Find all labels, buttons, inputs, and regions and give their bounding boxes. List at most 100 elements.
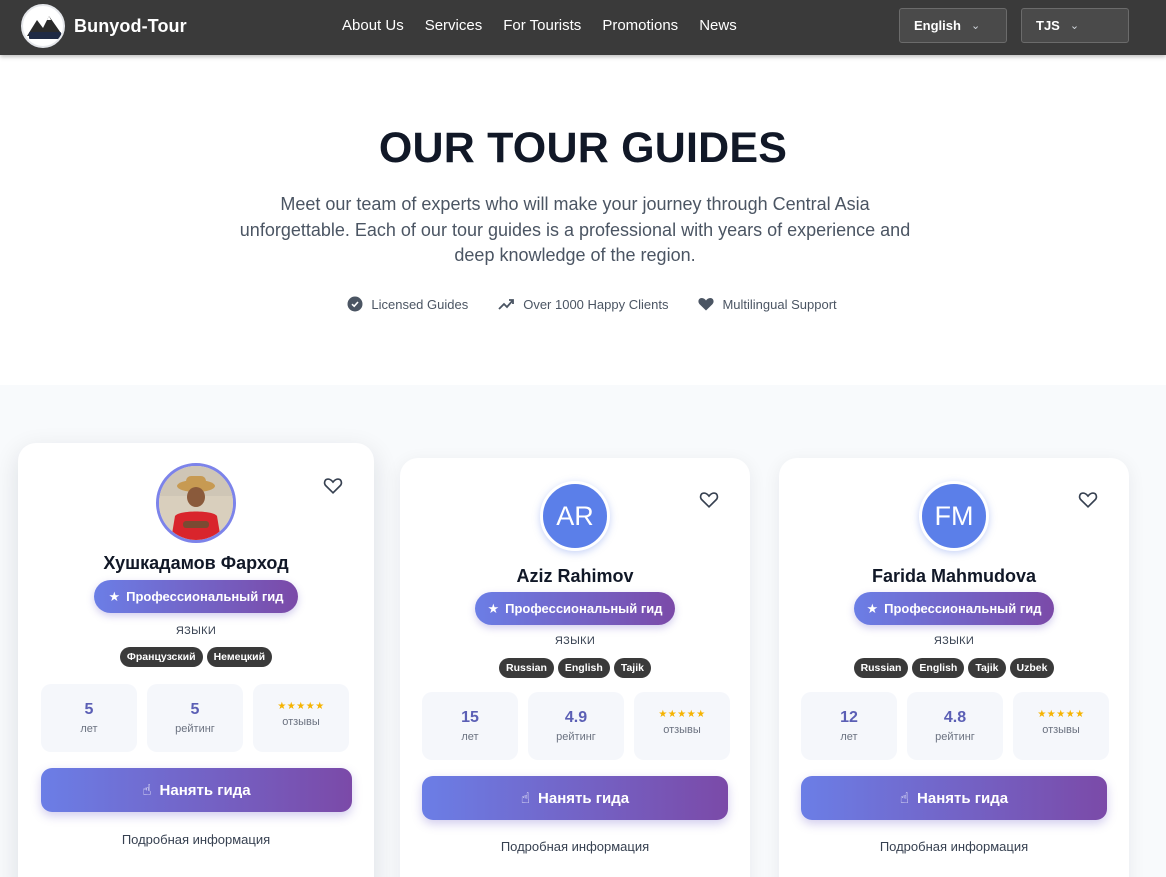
rating-stars-icon: ★★★★★ — [1037, 708, 1085, 720]
guide-name: Aziz Rahimov — [516, 566, 634, 586]
nav-services[interactable]: Services — [425, 17, 483, 34]
stat-label: лет — [80, 723, 98, 735]
stat-reviews: ★★★★★ отзывы — [1013, 692, 1109, 760]
guide-card: FM Farida Mahmudova ★ Профессиональный г… — [779, 458, 1129, 877]
languages-title: ЯЗЫКИ — [554, 635, 596, 647]
avatar: AR — [540, 481, 610, 551]
stat-experience: 15 лет — [422, 692, 518, 760]
language-chips: Russian English Tajik Uzbek — [779, 658, 1129, 678]
guide-stats: 5 лет 5 рейтинг ★★★★★ отзывы — [41, 684, 349, 752]
stat-value: 5 — [84, 701, 94, 718]
stat-label: лет — [840, 731, 858, 743]
language-chip: English — [912, 658, 965, 678]
heart-outline-icon[interactable] — [698, 488, 720, 510]
nav-for-tourists[interactable]: For Tourists — [503, 17, 581, 34]
guide-name: Хушкадамов Фарход — [103, 553, 289, 573]
badge-label: Профессиональный гид — [126, 589, 284, 604]
language-select-value: English — [914, 18, 961, 33]
feature-licensed: Licensed Guides — [347, 296, 468, 312]
feature-label: Multilingual Support — [722, 296, 837, 312]
hire-guide-button[interactable]: ☝ Нанять гида — [41, 768, 352, 812]
feature-multilingual: Multilingual Support — [698, 296, 837, 312]
stat-label: рейтинг — [175, 723, 215, 735]
currency-select[interactable]: TJS ⌄ — [1021, 8, 1129, 43]
language-chips: Французский Немецкий — [18, 647, 374, 667]
stat-label: отзывы — [1042, 723, 1080, 736]
hand-pointer-icon: ☝ — [520, 790, 531, 807]
nav-news[interactable]: News — [699, 17, 737, 34]
guide-name: Farida Mahmudova — [871, 566, 1037, 586]
details-link[interactable]: Подробная информация — [400, 839, 750, 854]
rating-stars-icon: ★★★★★ — [277, 700, 325, 712]
language-chip: English — [557, 658, 610, 678]
avatar: FM — [919, 481, 989, 551]
nav-about-us[interactable]: About Us — [342, 17, 404, 34]
feature-list: Licensed Guides Over 1000 Happy Clients … — [0, 296, 1166, 312]
feature-label: Licensed Guides — [371, 296, 469, 312]
stat-label: отзывы — [282, 715, 320, 728]
brand-logo[interactable]: Bunyod-Tour — [21, 4, 187, 48]
button-label: Нанять гида — [159, 781, 251, 799]
star-icon: ★ — [108, 588, 121, 604]
professional-guide-badge: ★ Профессиональный гид — [94, 580, 298, 613]
page-title: OUR TOUR GUIDES — [378, 124, 788, 172]
hand-pointer-icon: ☝ — [899, 790, 910, 807]
language-select[interactable]: English ⌄ — [899, 8, 1007, 43]
heart-outline-icon[interactable] — [322, 474, 344, 496]
guide-card: Хушкадамов Фарход ★ Профессиональный гид… — [18, 443, 374, 877]
heart-outline-icon[interactable] — [1077, 488, 1099, 510]
stat-value: 15 — [461, 709, 479, 726]
stat-label: рейтинг — [935, 731, 975, 743]
stat-experience: 12 лет — [801, 692, 897, 760]
star-icon: ★ — [487, 600, 500, 616]
language-chip: Немецкий — [206, 647, 273, 667]
hire-guide-button[interactable]: ☝ Нанять гида — [422, 776, 728, 820]
language-chip: Tajik — [613, 658, 651, 678]
nav-promotions[interactable]: Promotions — [602, 17, 678, 34]
feature-label: Over 1000 Happy Clients — [523, 296, 669, 312]
main-nav: About Us Services For Tourists Promotion… — [342, 17, 737, 34]
details-link[interactable]: Подробная информация — [779, 839, 1129, 854]
chevron-down-icon: ⌄ — [970, 20, 981, 32]
heart-filled-icon — [698, 298, 715, 311]
language-chip: Russian — [853, 658, 909, 678]
languages-title: ЯЗЫКИ — [933, 635, 975, 647]
stat-label: рейтинг — [556, 731, 596, 743]
brand-name: Bunyod-Tour — [74, 15, 187, 36]
badge-label: Профессиональный гид — [884, 601, 1042, 616]
stat-rating: 5 рейтинг — [147, 684, 243, 752]
check-badge-icon — [347, 296, 363, 312]
language-chip: Французский — [119, 647, 203, 667]
stat-rating: 4.8 рейтинг — [907, 692, 1003, 760]
top-navigation-bar: Bunyod-Tour About Us Services For Touris… — [0, 0, 1166, 55]
button-label: Нанять гида — [917, 789, 1009, 807]
badge-label: Профессиональный гид — [505, 601, 663, 616]
languages-title: ЯЗЫКИ — [175, 625, 217, 637]
avatar — [156, 463, 236, 543]
feature-clients: Over 1000 Happy Clients — [498, 296, 668, 312]
stat-reviews: ★★★★★ отзывы — [634, 692, 730, 760]
guide-stats: 15 лет 4.9 рейтинг ★★★★★ отзывы — [422, 692, 730, 760]
stat-value: 12 — [840, 709, 858, 726]
guide-stats: 12 лет 4.8 рейтинг ★★★★★ отзывы — [801, 692, 1109, 760]
professional-guide-badge: ★ Профессиональный гид — [475, 592, 675, 625]
button-label: Нанять гида — [538, 789, 630, 807]
language-chip: Russian — [499, 658, 554, 678]
guide-photo — [159, 466, 233, 540]
stat-value: 4.9 — [564, 709, 588, 726]
hire-guide-button[interactable]: ☝ Нанять гида — [801, 776, 1107, 820]
language-chip: Uzbek — [1009, 658, 1055, 678]
page-description: Meet our team of experts who will make y… — [239, 194, 911, 265]
stat-label: лет — [461, 731, 479, 743]
trending-up-icon — [498, 299, 515, 310]
rating-stars-icon: ★★★★★ — [658, 708, 706, 720]
details-link[interactable]: Подробная информация — [18, 832, 374, 847]
currency-select-value: TJS — [1036, 18, 1060, 33]
stat-reviews: ★★★★★ отзывы — [253, 684, 349, 752]
stat-value: 4.8 — [943, 709, 967, 726]
professional-guide-badge: ★ Профессиональный гид — [854, 592, 1054, 625]
stat-label: отзывы — [663, 723, 701, 736]
chevron-down-icon: ⌄ — [1069, 20, 1080, 32]
guide-card: AR Aziz Rahimov ★ Профессиональный гид Я… — [400, 458, 750, 877]
language-chips: Russian English Tajik — [400, 658, 750, 678]
